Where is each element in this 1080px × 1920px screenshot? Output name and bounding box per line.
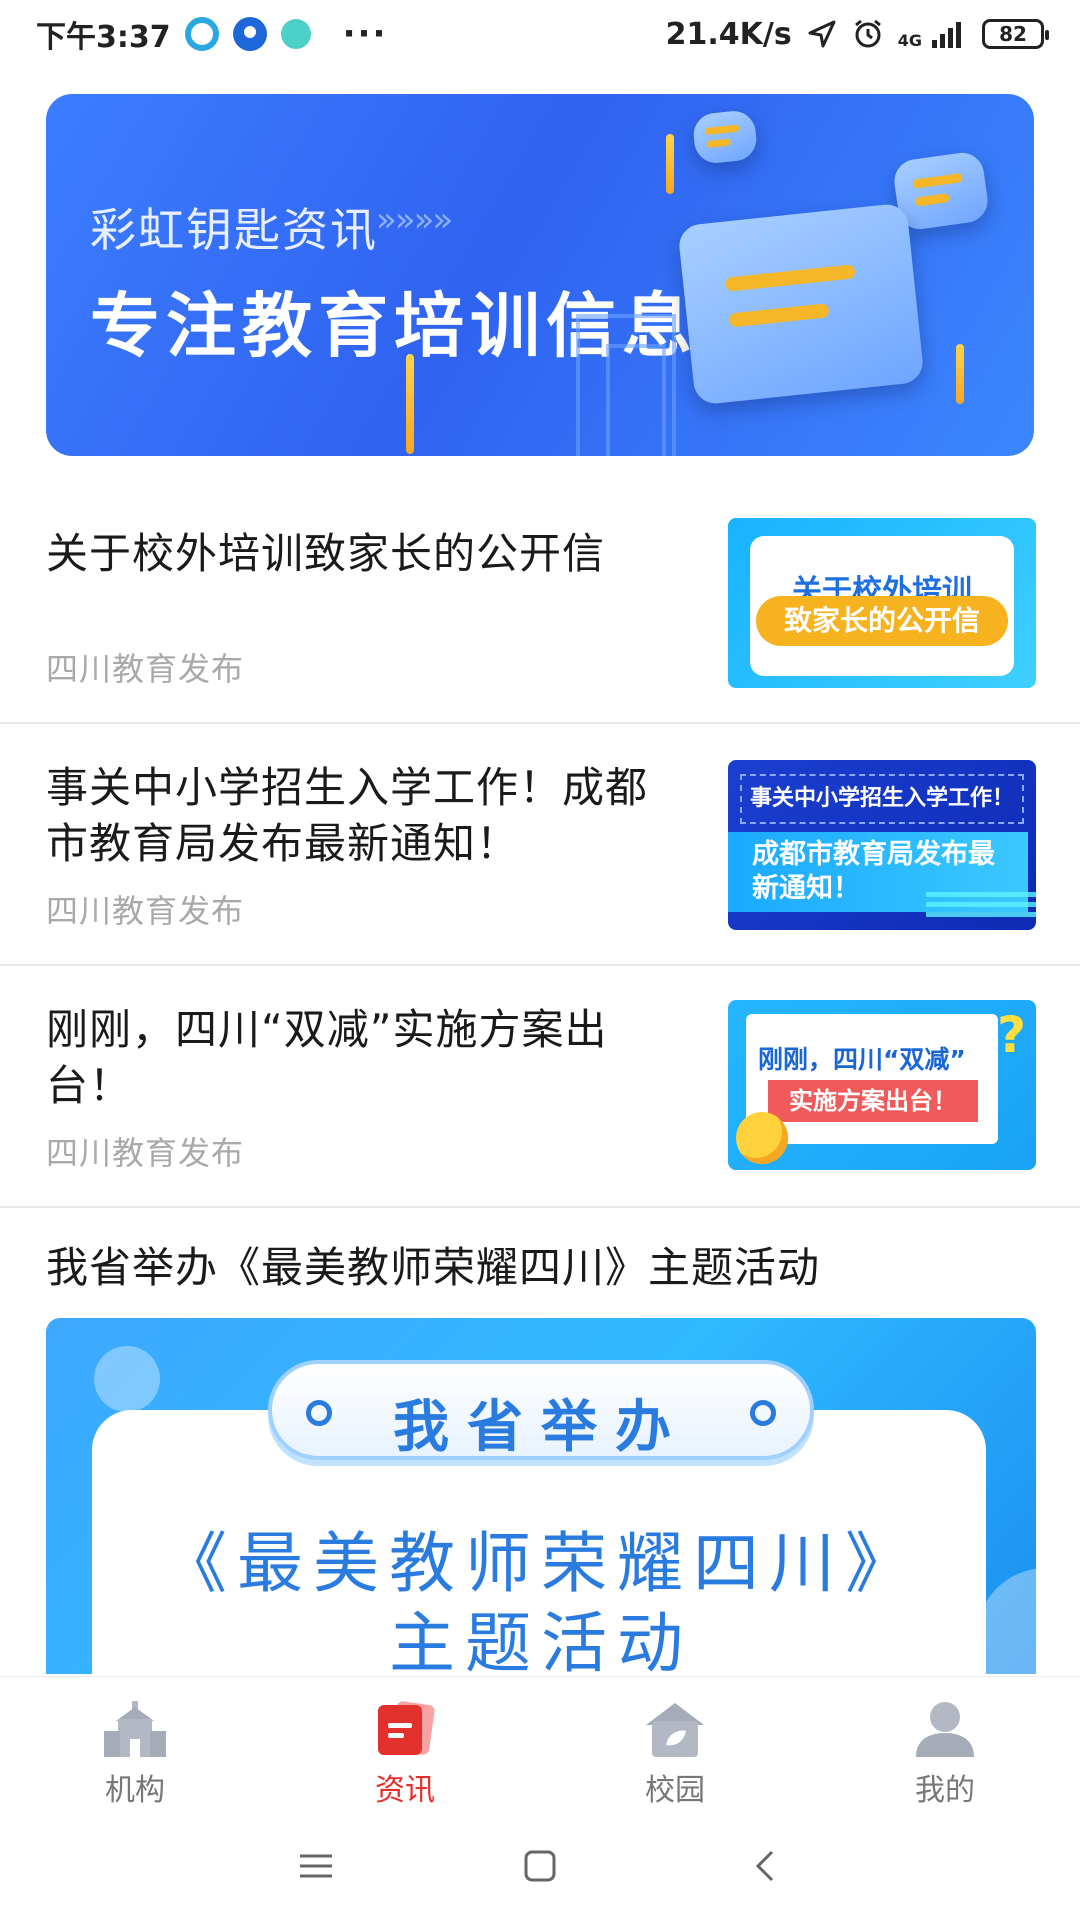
banner-arrows: »»»»	[376, 200, 453, 240]
nav-label: 资讯	[375, 1773, 435, 1808]
system-nav	[0, 1806, 1080, 1920]
nav-label: 机构	[105, 1773, 165, 1808]
news-source: 四川教育发布	[46, 892, 245, 930]
nav-label: 我的	[915, 1773, 975, 1808]
news-item[interactable]: 事关中小学招生入学工作！成都市教育局发布最新通知！ 四川教育发布 事关中小学招生…	[0, 724, 1080, 966]
signal-type: 4G	[897, 30, 922, 50]
nav-item-mine[interactable]: 我的	[810, 1677, 1080, 1808]
news-item[interactable]: 刚刚，四川“双减”实施方案出台！ 四川教育发布 刚刚，四川“双减” 实施方案出台…	[0, 966, 1080, 1208]
alarm-icon	[854, 19, 881, 48]
menu-icon[interactable]	[286, 1836, 346, 1896]
thumbnail-text: 事关中小学招生入学工作！	[740, 774, 1024, 824]
news-thumbnail: 关于校外培训 致家长的公开信	[728, 518, 1036, 688]
user-icon	[916, 1702, 974, 1757]
notification-app-icon	[232, 17, 267, 51]
more-notifications-icon: ···	[342, 14, 388, 54]
news-title: 关于校外培训致家长的公开信	[46, 529, 606, 578]
news-source: 四川教育发布	[46, 650, 245, 688]
chat-bubble-icon	[677, 202, 925, 406]
status-left: 下午3:37 ···	[36, 12, 387, 56]
notification-app-icon	[184, 17, 219, 51]
campus-icon	[646, 1703, 704, 1757]
news-item[interactable]: 关于校外培训致家长的公开信 四川教育发布 关于校外培训 致家长的公开信	[0, 478, 1080, 724]
featured-headline: 主题活动	[389, 1605, 693, 1674]
news-source: 四川教育发布	[46, 1134, 245, 1172]
network-speed: 21.4K/s	[665, 16, 792, 52]
banner-decoration	[956, 344, 964, 404]
building-icon	[104, 1701, 166, 1757]
banner-decoration	[406, 354, 414, 454]
nav-item-news[interactable]: 资讯	[270, 1677, 540, 1808]
news-title: 刚刚，四川“双减”实施方案出台！	[46, 1005, 608, 1110]
signal-icon	[932, 22, 961, 48]
question-mark-icon: ?	[996, 1006, 1026, 1064]
news-title: 事关中小学招生入学工作！成都市教育局发布最新通知！	[46, 763, 649, 868]
featured-pill-text: 我省举办	[393, 1395, 689, 1460]
thumbnail-text: 致家长的公开信	[756, 596, 1008, 646]
featured-pill: 我省举办	[268, 1360, 814, 1460]
news-icon	[378, 1701, 435, 1755]
status-bar: 下午3:37 ··· 21.4K/s 4G 82	[0, 0, 1080, 68]
news-thumbnail: 刚刚，四川“双减” 实施方案出台！ ?	[728, 1000, 1036, 1170]
thumbnail-text: 实施方案出台！	[768, 1080, 978, 1122]
dot-icon	[750, 1400, 776, 1426]
nav-item-institutions[interactable]: 机构	[0, 1677, 270, 1808]
banner-decoration	[666, 134, 674, 194]
back-icon[interactable]	[736, 1836, 796, 1896]
bottom-nav: 机构 资讯 校园 我的	[0, 1676, 1080, 1808]
chat-bubble-icon	[691, 108, 759, 166]
thumbnail-text: 刚刚，四川“双减”	[758, 1045, 966, 1074]
banner-subtitle: 彩虹钥匙资讯	[90, 203, 378, 257]
nav-item-campus[interactable]: 校园	[540, 1677, 810, 1808]
nav-label: 校园	[645, 1773, 705, 1808]
banner-decoration	[606, 344, 666, 456]
featured-decoration	[94, 1346, 160, 1412]
banner[interactable]: 彩虹钥匙资讯 »»»» 专注教育培训信息	[46, 94, 1034, 456]
battery-icon: 82	[982, 19, 1049, 49]
news-thumbnail: 事关中小学招生入学工作！ 成都市教育局发布最新通知！	[728, 760, 1036, 930]
status-right: 21.4K/s 4G 82	[665, 16, 1049, 52]
featured-title[interactable]: 我省举办《最美教师荣耀四川》主题活动	[46, 1240, 820, 1296]
featured-image[interactable]: 我省举办 《最美教师荣耀四川》 主题活动	[46, 1318, 1036, 1674]
planet-icon	[736, 1112, 788, 1164]
status-time: 下午3:37	[36, 20, 171, 55]
home-icon[interactable]	[510, 1836, 570, 1896]
notification-app-icon	[280, 19, 311, 49]
thumbnail-decoration	[926, 892, 1036, 922]
location-icon	[808, 20, 836, 48]
